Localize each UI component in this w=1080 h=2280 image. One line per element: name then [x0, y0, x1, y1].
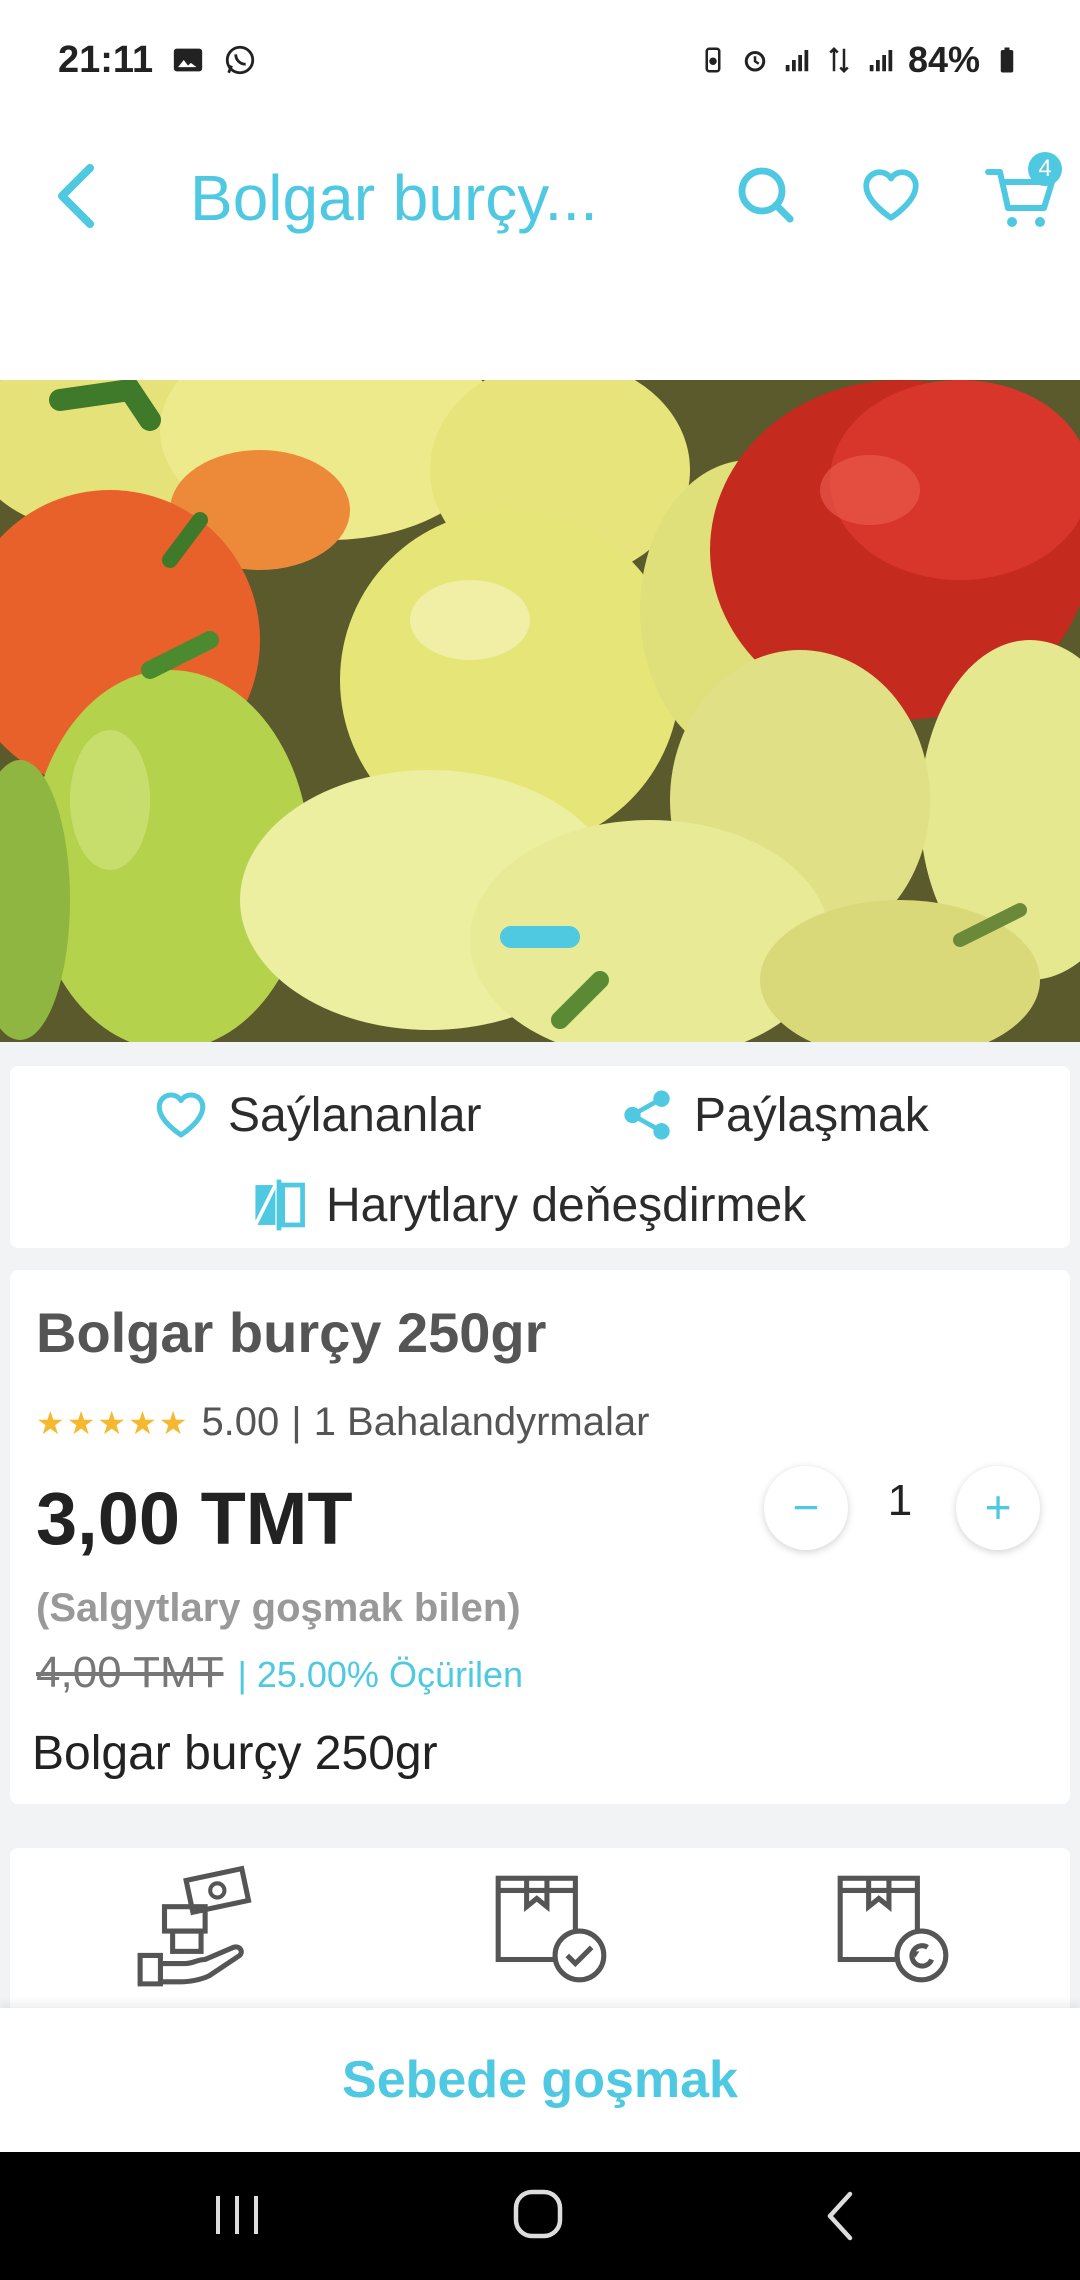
system-nav-bar	[0, 2152, 1080, 2280]
rating-stars: ★★★★★	[36, 1404, 190, 1441]
battery-percent: 84%	[907, 39, 980, 80]
share-button[interactable]: Paýlaşmak	[618, 1086, 929, 1144]
search-icon[interactable]	[734, 160, 798, 230]
return-box-icon	[837, 1875, 949, 1983]
add-to-favorites-button[interactable]: Saýlananlar	[152, 1086, 482, 1144]
add-to-cart-button[interactable]: Sebede goşmak	[0, 2008, 1080, 2152]
signal-icon	[785, 50, 809, 72]
tax-note: (Salgytlary goşmak bilen)	[36, 1586, 521, 1630]
page-title: Bolgar burçy...	[190, 162, 598, 234]
reviews-count: 1 Bahalandyrmalar	[313, 1400, 650, 1444]
recent-apps-icon[interactable]	[210, 2190, 264, 2240]
status-time: 21:11	[58, 38, 154, 81]
product-price: 3,00 TMT	[36, 1477, 353, 1560]
decrease-quantity-button[interactable]: −	[764, 1466, 848, 1550]
heart-icon	[156, 1092, 206, 1138]
delivered-box-icon	[495, 1875, 607, 1983]
app-header: Bolgar burçy... 4	[0, 120, 1080, 380]
rating-row[interactable]: ★★★★★ 5.00 | 1 Bahalandyrmalar	[36, 1400, 649, 1445]
status-bar: 21:11 84%	[0, 0, 1080, 120]
cart-count-badge: 4	[1028, 152, 1062, 186]
alarm-icon	[744, 51, 766, 72]
payment-hand-icon	[137, 1865, 252, 1987]
battery-saver-icon	[705, 47, 721, 73]
actions-card: Saýlananlar Paýlaşmak Harytlary deňeşdir…	[10, 1066, 1070, 1248]
gallery-icon	[173, 48, 203, 72]
share-icon	[624, 1090, 670, 1140]
rating-separator: |	[291, 1400, 302, 1444]
compare-products-button[interactable]: Harytlary deňeşdirmek	[250, 1176, 806, 1234]
whatsapp-icon	[225, 45, 255, 75]
product-short-description: Bolgar burçy 250gr	[32, 1727, 438, 1780]
home-icon[interactable]	[510, 2186, 566, 2242]
carousel-indicator[interactable]	[500, 926, 580, 948]
compare-label: Harytlary deňeşdirmek	[326, 1178, 807, 1232]
increase-quantity-button[interactable]: +	[956, 1466, 1040, 1550]
back-icon[interactable]	[820, 2188, 860, 2244]
compare-icon	[253, 1179, 305, 1231]
back-arrow-icon[interactable]	[46, 160, 106, 232]
quantity-value: 1	[887, 1476, 913, 1525]
features-card	[10, 1848, 1070, 2008]
old-price: 4,00 TMT	[36, 1648, 224, 1697]
old-price-row: 4,00 TMT | 25.00% Öçürilen	[36, 1648, 523, 1698]
product-info-card: Bolgar burçy 250gr ★★★★★ 5.00 | 1 Bahala…	[10, 1270, 1070, 1804]
add-to-cart-label: Sebede goşmak	[342, 2051, 738, 2109]
share-label: Paýlaşmak	[694, 1088, 929, 1142]
rating-value: 5.00	[201, 1400, 280, 1444]
discount-label: | 25.00% Öçürilen	[237, 1654, 523, 1695]
product-name: Bolgar burçy 250gr	[36, 1301, 547, 1364]
data-icon	[829, 46, 849, 74]
quantity-stepper: − 1 +	[750, 1466, 1050, 1556]
favorites-label: Saýlananlar	[228, 1088, 482, 1142]
signal-icon	[869, 50, 893, 72]
heart-icon[interactable]	[858, 162, 924, 228]
battery-icon	[1000, 47, 1014, 73]
